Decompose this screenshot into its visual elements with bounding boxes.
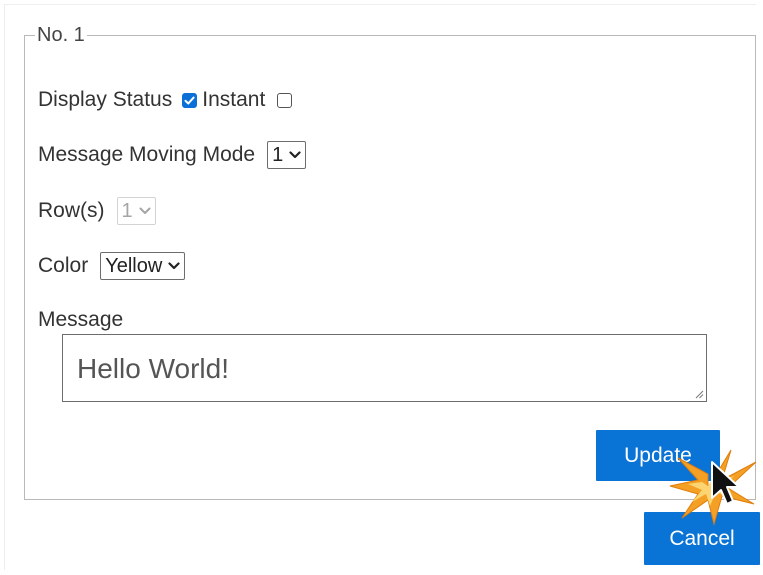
- rows-label: Row(s): [38, 199, 105, 222]
- instant-label: Instant: [202, 88, 266, 111]
- moving-mode-value: 1: [272, 143, 284, 166]
- rows-select: 1: [116, 197, 156, 225]
- chevron-down-icon: [289, 151, 301, 159]
- check-icon: [184, 96, 195, 104]
- instant-checkbox[interactable]: [277, 92, 293, 108]
- rows-row: Row(s) 1: [38, 196, 156, 226]
- color-label: Color: [38, 254, 89, 277]
- color-row: Color Yellow: [38, 251, 186, 281]
- chevron-down-icon: [168, 262, 180, 270]
- click-cursor-overlay: [669, 449, 757, 526]
- moving-mode-row: Message Moving Mode 1: [38, 140, 307, 170]
- chevron-down-icon: [139, 207, 151, 215]
- color-select[interactable]: Yellow: [100, 252, 186, 280]
- color-value: Yellow: [105, 254, 163, 277]
- page: No. 1 Display Status Instant Message Mov…: [0, 0, 763, 575]
- message-text: Hello World!: [77, 353, 229, 384]
- message-row: Message: [38, 306, 123, 334]
- display-status-label: Display Status: [38, 88, 173, 111]
- message-textarea[interactable]: Hello World!: [62, 334, 707, 402]
- moving-mode-select[interactable]: 1: [267, 141, 307, 169]
- display-status-checkbox[interactable]: [182, 92, 198, 108]
- rows-value: 1: [121, 199, 133, 222]
- resize-grip-icon[interactable]: [694, 389, 704, 399]
- group-legend: No. 1: [37, 24, 85, 46]
- message-label: Message: [38, 308, 124, 331]
- display-status-row: Display Status Instant: [38, 86, 297, 114]
- moving-mode-label: Message Moving Mode: [38, 143, 256, 166]
